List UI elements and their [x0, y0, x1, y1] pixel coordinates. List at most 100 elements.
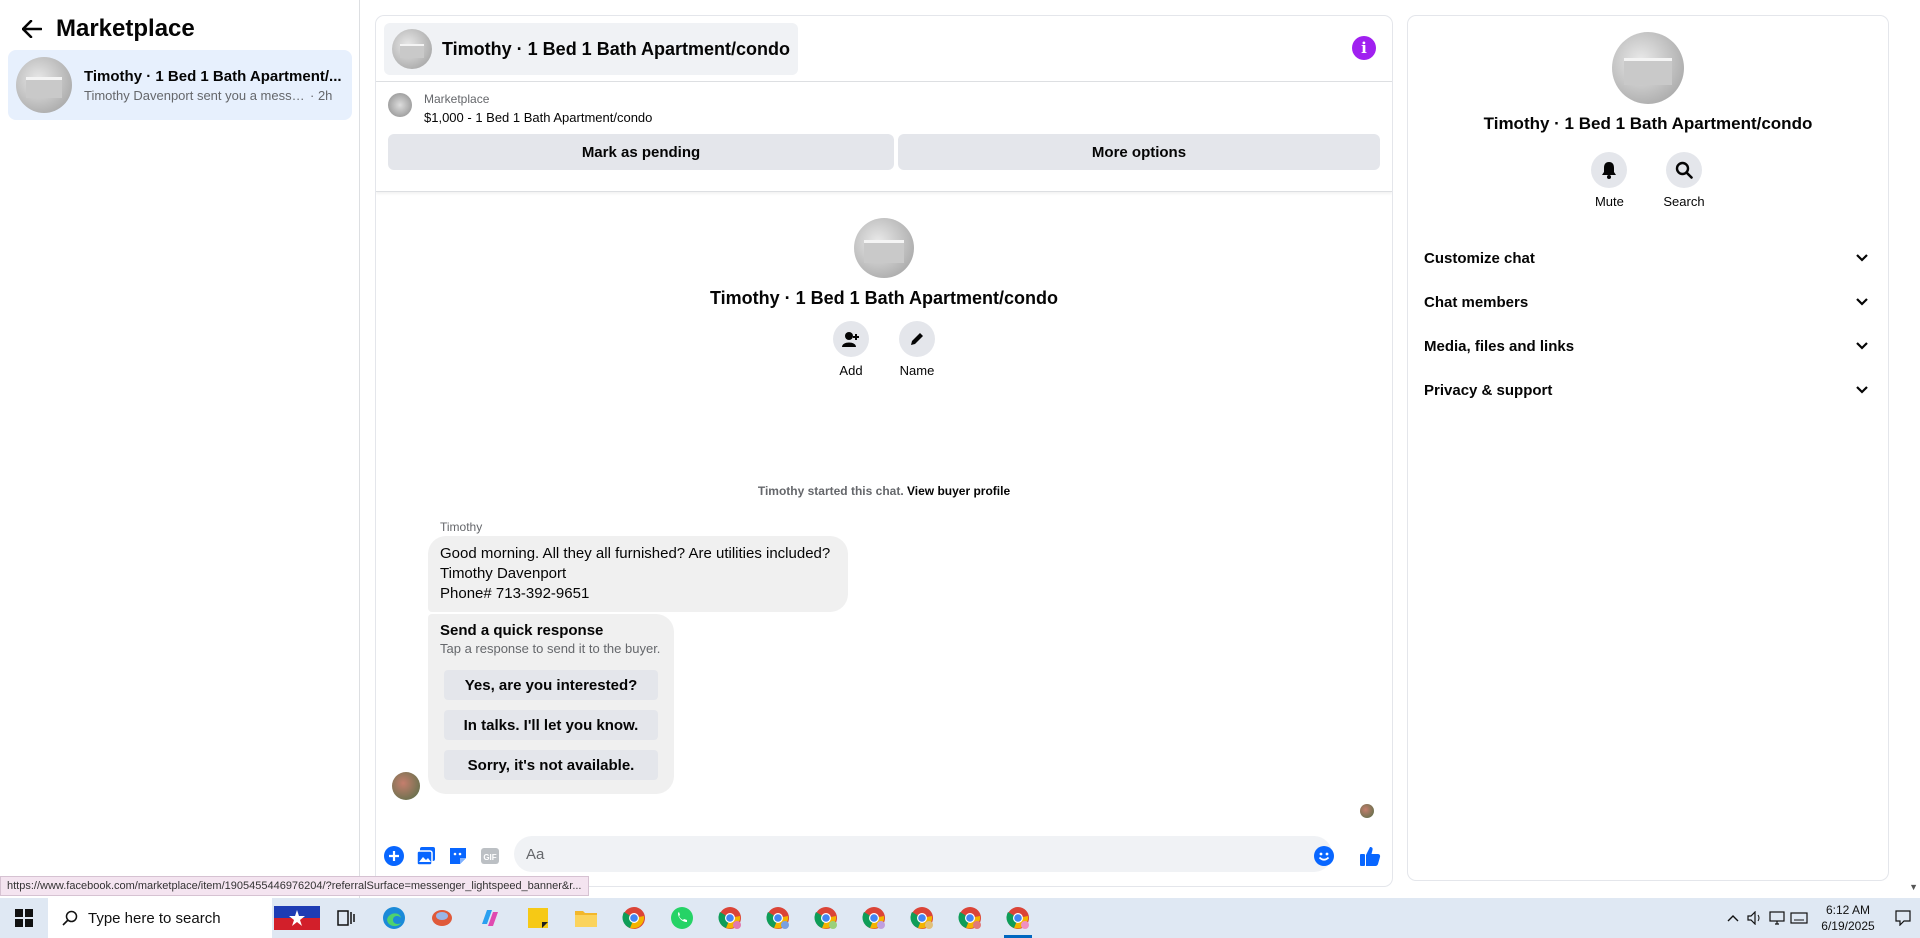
listing-thumbnail[interactable] [388, 93, 412, 117]
sender-avatar[interactable] [392, 772, 420, 800]
scroll-down-arrow-icon[interactable]: ▼ [1909, 882, 1918, 892]
section-privacy-support[interactable]: Privacy & support [1424, 370, 1884, 410]
listing-price-title[interactable]: $1,000 - 1 Bed 1 Bath Apartment/condo [424, 110, 652, 125]
message-composer: GIF [376, 834, 1392, 878]
chrome-profile-icon[interactable] [898, 898, 946, 938]
chrome-profile-icon[interactable] [946, 898, 994, 938]
keyboard-icon[interactable] [1788, 898, 1810, 938]
news-weather-icon[interactable] [272, 902, 322, 934]
search-icon [1665, 152, 1702, 188]
section-customize-chat[interactable]: Customize chat [1424, 238, 1884, 278]
message-input[interactable] [514, 836, 1332, 872]
edit-name-button[interactable]: Name [899, 321, 935, 378]
chevron-down-icon [1856, 298, 1868, 306]
chat-title-button[interactable]: Timothy · 1 Bed 1 Bath Apartment/condo [384, 23, 799, 75]
task-view-icon[interactable] [322, 898, 370, 938]
chrome-profile-icon[interactable] [754, 898, 802, 938]
listing-label: Marketplace [424, 92, 490, 106]
chevron-up-icon[interactable] [1722, 898, 1744, 938]
listing-actions: Mark as pending More options [388, 134, 1380, 170]
profile-actions: Add Name [376, 321, 1392, 378]
quick-response-option[interactable]: Sorry, it's not available. [444, 750, 658, 780]
chrome-profile-icon[interactable] [994, 898, 1042, 938]
section-label: Customize chat [1424, 249, 1535, 267]
thumbs-up-icon[interactable] [1358, 844, 1382, 868]
emoji-icon[interactable] [1314, 846, 1334, 866]
view-buyer-profile-link[interactable]: View buyer profile [907, 484, 1010, 498]
section-media-files-links[interactable]: Media, files and links [1424, 326, 1884, 366]
listing-banner: Marketplace $1,000 - 1 Bed 1 Bath Apartm… [376, 82, 1392, 192]
chrome-profile-icon[interactable] [850, 898, 898, 938]
mute-button[interactable]: Mute [1591, 152, 1628, 209]
copilot-icon[interactable] [466, 898, 514, 938]
conversation-title: Timothy · 1 Bed 1 Bath Apartment/... [84, 67, 342, 85]
chrome-icon[interactable] [610, 898, 658, 938]
conversation-snippet: Timothy Davenport sent you a messa... [84, 87, 306, 103]
chat-profile-summary: Timothy · 1 Bed 1 Bath Apartment/condo A… [376, 218, 1392, 378]
conversation-list-pane: Marketplace Timothy · 1 Bed 1 Bath Apart… [0, 0, 360, 898]
back-arrow-icon[interactable] [20, 17, 44, 41]
clock-date: 6/19/2025 [1821, 919, 1875, 933]
chat-header: Timothy · 1 Bed 1 Bath Apartment/condo i [376, 16, 1392, 82]
message-line: Good morning. All they all furnished? Ar… [440, 545, 831, 562]
search-icon [62, 910, 78, 926]
chat-started-notice: Timothy started this chat. View buyer pr… [376, 484, 1392, 498]
volume-icon[interactable] [1744, 898, 1766, 938]
search-label: Search [1663, 194, 1705, 209]
marketplace-title: Marketplace [56, 15, 195, 42]
pencil-icon [899, 321, 935, 357]
info-icon[interactable]: i [1352, 36, 1376, 60]
sticky-notes-icon[interactable] [514, 898, 562, 938]
gif-icon[interactable]: GIF [480, 846, 500, 866]
conversation-subtitle: Timothy Davenport sent you a messa... · … [84, 88, 344, 103]
conversation-item[interactable]: Timothy · 1 Bed 1 Bath Apartment/... Tim… [8, 50, 352, 120]
quick-response-option[interactable]: Yes, are you interested? [444, 670, 658, 700]
conversation-avatar [16, 57, 72, 113]
section-label: Chat members [1424, 293, 1529, 311]
details-actions: Mute Search [1408, 152, 1888, 209]
app-icon[interactable] [418, 898, 466, 938]
taskbar-clock[interactable]: 6:12 AM 6/19/2025 [1810, 902, 1886, 934]
chevron-down-icon [1856, 254, 1868, 262]
whatsapp-icon[interactable] [658, 898, 706, 938]
chrome-profile-icon[interactable] [802, 898, 850, 938]
chat-header-title: Timothy · 1 Bed 1 Bath Apartment/condo [442, 38, 791, 59]
chat-pane: Timothy · 1 Bed 1 Bath Apartment/condo i… [376, 16, 1392, 886]
add-label: Add [839, 363, 863, 378]
more-options-button[interactable]: More options [898, 134, 1380, 170]
incoming-message-bubble[interactable]: Good morning. All they all furnished? Ar… [428, 536, 848, 612]
read-receipt-avatar [1360, 804, 1374, 818]
mark-as-pending-button[interactable]: Mark as pending [388, 134, 894, 170]
details-name: Timothy · 1 Bed 1 Bath Apartment/condo [1483, 114, 1813, 133]
add-person-icon [833, 321, 869, 357]
network-icon[interactable] [1766, 898, 1788, 938]
section-label: Media, files and links [1424, 337, 1575, 355]
plus-circle-icon[interactable] [384, 846, 404, 866]
notifications-icon[interactable] [1886, 898, 1920, 938]
section-chat-members[interactable]: Chat members [1424, 282, 1884, 322]
profile-name: Timothy · 1 Bed 1 Bath Apartment/condo [709, 288, 1059, 308]
taskbar-search-box[interactable]: Type here to search [48, 898, 272, 938]
section-label: Privacy & support [1424, 381, 1553, 399]
add-people-button[interactable]: Add [833, 321, 869, 378]
details-avatar [1612, 32, 1684, 104]
search-in-chat-button[interactable]: Search [1663, 152, 1705, 209]
profile-avatar [854, 218, 914, 278]
file-explorer-icon[interactable] [562, 898, 610, 938]
system-tray: 6:12 AM 6/19/2025 [1722, 898, 1920, 938]
windows-start-icon[interactable] [0, 898, 48, 938]
windows-taskbar: Type here to search 6:12 AM 6/19/2025 [0, 898, 1920, 938]
edge-browser-icon[interactable] [370, 898, 418, 938]
quick-response-title: Send a quick response [440, 622, 604, 639]
sticker-icon[interactable] [448, 846, 468, 866]
chevron-down-icon [1856, 386, 1868, 394]
quick-response-option[interactable]: In talks. I'll let you know. [444, 710, 658, 740]
conversation-time: · 2h [310, 87, 333, 103]
conversation-text: Timothy · 1 Bed 1 Bath Apartment/... Tim… [84, 68, 344, 103]
link-status-bar: https://www.facebook.com/marketplace/ite… [0, 876, 589, 896]
photo-icon[interactable] [416, 846, 436, 866]
chrome-profile-icon[interactable] [706, 898, 754, 938]
messenger-app: Marketplace Timothy · 1 Bed 1 Bath Apart… [0, 0, 1920, 898]
name-label: Name [899, 363, 935, 378]
chat-header-avatar [392, 29, 432, 69]
